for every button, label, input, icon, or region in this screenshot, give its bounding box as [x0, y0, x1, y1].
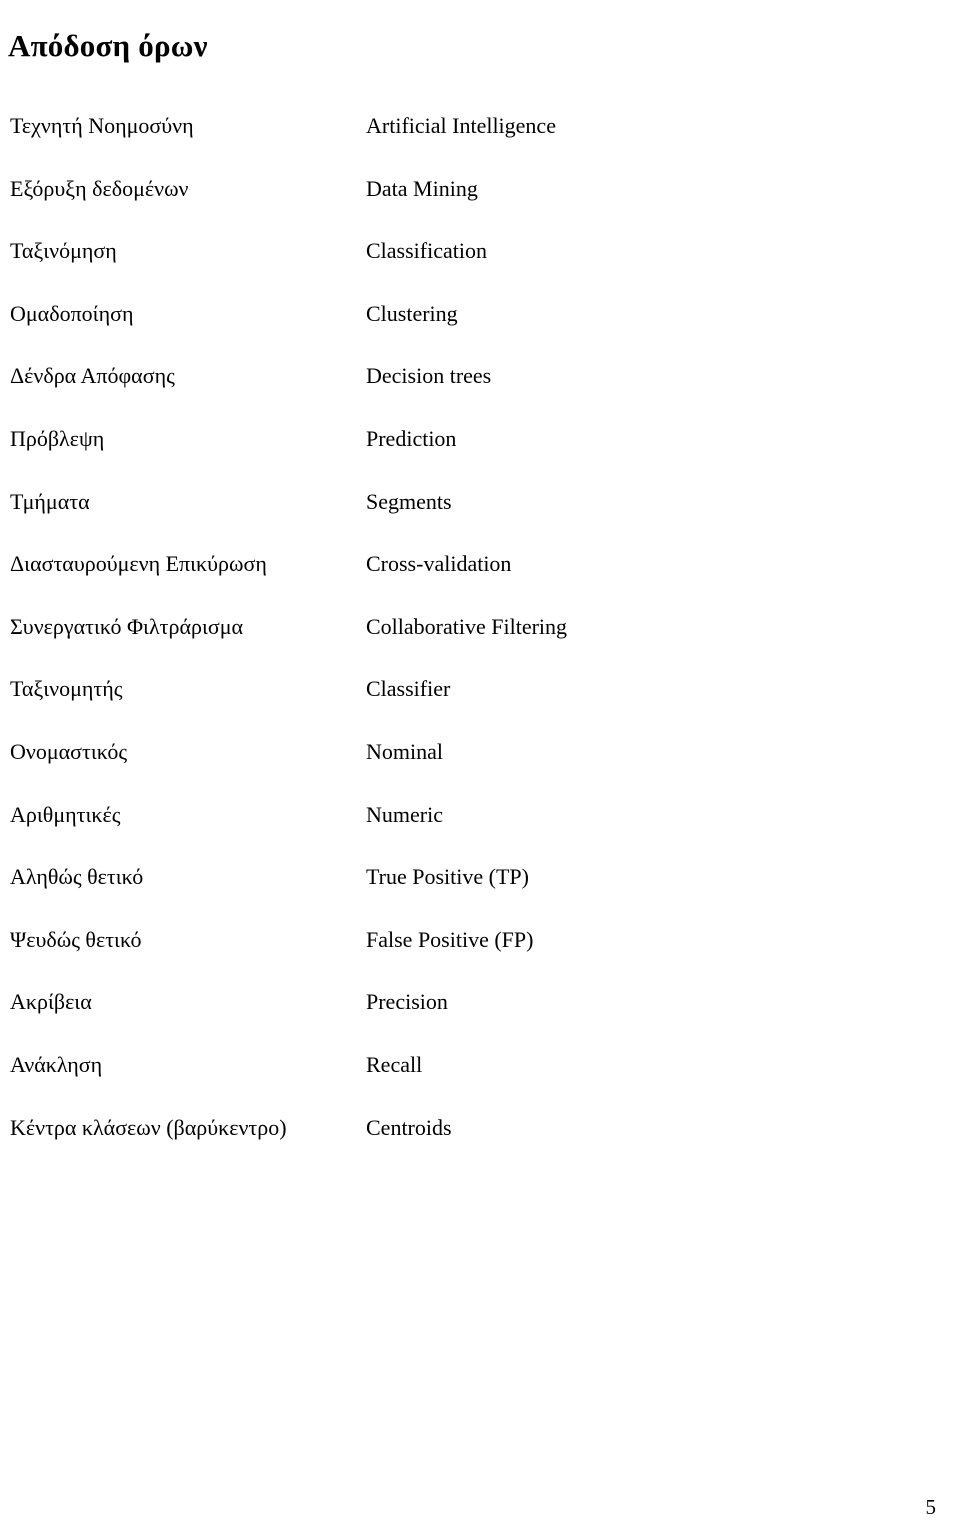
term-english: Precision — [366, 989, 448, 1015]
page-number: 5 — [925, 1495, 937, 1519]
term-greek: Εξόρυξη δεδομένων — [10, 175, 189, 201]
term-greek: Διασταυρούμενη Επικύρωση — [10, 551, 267, 577]
glossary-row: Κέντρα κλάσεων (βαρύκεντρο) Centroids — [0, 1097, 960, 1160]
term-greek: Πρόβλεψη — [10, 425, 105, 451]
term-english: Decision trees — [366, 363, 492, 389]
page-title: Απόδοση όρων — [8, 27, 208, 63]
term-english: True Positive (TP) — [366, 864, 529, 890]
term-english: Centroids — [366, 1114, 452, 1140]
term-english: Segments — [366, 488, 452, 514]
term-greek: Τμήματα — [10, 488, 90, 514]
glossary-row: Ομαδοποίηση Clustering — [0, 283, 960, 346]
glossary-row: Τμήματα Segments — [0, 471, 960, 534]
document-page: Απόδοση όρων Τεχνητή Νοημοσύνη Artificial… — [0, 0, 960, 1531]
glossary-row: Εξόρυξη δεδομένων Data Mining — [0, 158, 960, 221]
glossary-row: Διασταυρούμενη Επικύρωση Cross-validation — [0, 533, 960, 596]
term-english: Recall — [366, 1051, 423, 1077]
term-english: Numeric — [366, 801, 443, 827]
glossary-row: Ψευδώς θετικό False Positive (FP) — [0, 909, 960, 972]
glossary-row: Πρόβλεψη Prediction — [0, 408, 960, 471]
term-english: Cross-validation — [366, 551, 512, 577]
glossary-row: Αληθώς θετικό True Positive (TP) — [0, 846, 960, 909]
term-greek: Ακρίβεια — [10, 989, 92, 1015]
glossary-row: Δένδρα Απόφασης Decision trees — [0, 345, 960, 408]
term-english: Prediction — [366, 425, 457, 451]
term-greek: Συνεργατικό Φιλτράρισμα — [10, 613, 244, 639]
term-english: False Positive (FP) — [366, 926, 534, 952]
term-greek: Ανάκληση — [10, 1051, 103, 1077]
glossary-row: Ταξινόμηση Classification — [0, 220, 960, 283]
term-english: Classification — [366, 238, 487, 264]
term-greek: Κέντρα κλάσεων (βαρύκεντρο) — [10, 1114, 287, 1140]
term-greek: Ονομαστικός — [10, 738, 128, 764]
term-greek: Ταξινόμηση — [10, 238, 117, 264]
glossary-row: Αριθμητικές Numeric — [0, 784, 960, 847]
term-greek: Δένδρα Απόφασης — [10, 363, 175, 389]
term-english: Artificial Intelligence — [366, 113, 556, 138]
glossary-row: Ταξινομητής Classifier — [0, 658, 960, 721]
term-english: Clustering — [366, 300, 458, 326]
term-greek: Τεχνητή Νοημοσύνη — [10, 113, 194, 138]
glossary-row: Συνεργατικό Φιλτράρισμα Collaborative Fil… — [0, 596, 960, 659]
term-greek: Αληθώς θετικό — [10, 864, 144, 890]
term-english: Collaborative Filtering — [366, 613, 568, 639]
glossary-row: Ακρίβεια Precision — [0, 971, 960, 1034]
glossary-row: Ονομαστικός Nominal — [0, 721, 960, 784]
glossary-row: Ανάκληση Recall — [0, 1034, 960, 1097]
term-english: Classifier — [366, 676, 451, 702]
glossary-table: Τεχνητή Νοημοσύνη Artificial Intelligence… — [0, 95, 960, 1159]
term-english: Data Mining — [366, 175, 478, 201]
term-greek: Αριθμητικές — [10, 801, 121, 827]
term-greek: Ψευδώς θετικό — [10, 926, 142, 952]
term-greek: Ομαδοποίηση — [10, 300, 134, 326]
glossary-row: Τεχνητή Νοημοσύνη Artificial Intelligence — [0, 95, 960, 158]
term-greek: Ταξινομητής — [10, 676, 123, 702]
term-english: Nominal — [366, 738, 443, 764]
